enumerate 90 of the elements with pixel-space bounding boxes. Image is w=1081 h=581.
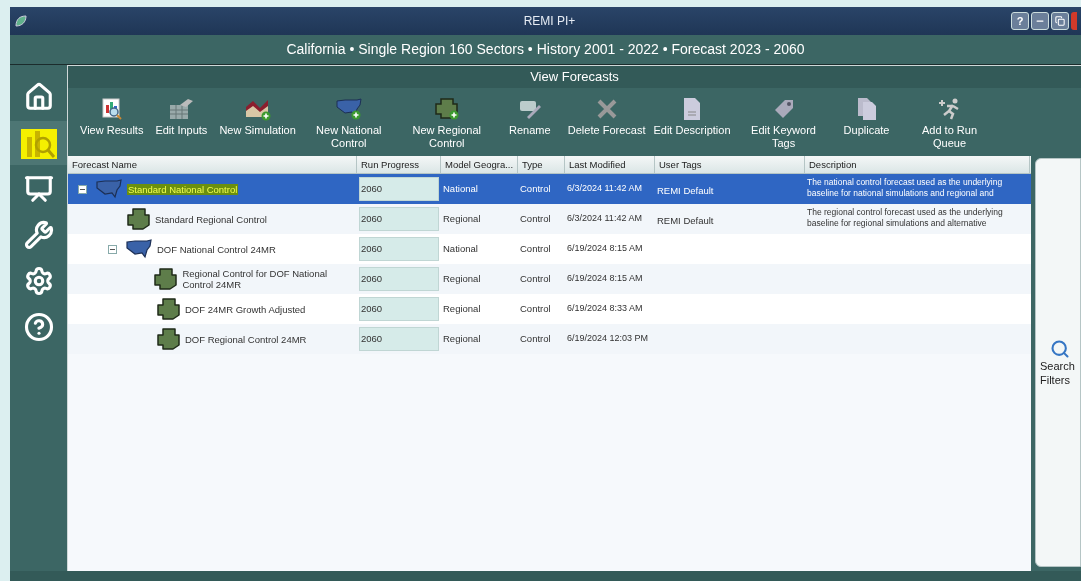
forecast-name: DOF 24MR Growth Adjusted bbox=[185, 303, 306, 315]
table-cell-text: Regional bbox=[442, 271, 482, 286]
minus-icon bbox=[80, 186, 85, 192]
toolbar-button[interactable]: New Regional Control bbox=[397, 94, 496, 150]
model-summary: California • Single Region 160 Sectors • History 2001 - 2022 • Forecast 2023 - 2060 bbox=[286, 40, 805, 59]
column-header[interactable]: Description bbox=[805, 156, 1030, 173]
table-row[interactable]: Regional Control for DOF National Control 24MR 2060 Regional Control 6/19/2024 8:15 AM bbox=[68, 264, 1031, 294]
search-filters-label: Search Filters bbox=[1040, 358, 1076, 387]
column-header[interactable]: User Tags bbox=[655, 156, 805, 173]
run-progress-cell: 2060 bbox=[359, 267, 439, 291]
table-cell-text: 6/3/2024 11:42 AM bbox=[566, 212, 643, 226]
app-leaf-icon bbox=[14, 14, 28, 28]
run-progress-cell: 2060 bbox=[359, 207, 439, 231]
table-cell-text: National bbox=[442, 241, 479, 256]
help-button[interactable]: ? bbox=[1011, 12, 1029, 30]
tools-icon bbox=[23, 220, 54, 250]
window-title: REMI PI+ bbox=[523, 13, 576, 30]
region-map-icon bbox=[155, 327, 181, 351]
chart-magnifier-icon bbox=[99, 97, 124, 121]
toolbar-button[interactable]: Edit Keyword Tags bbox=[734, 94, 833, 150]
column-header[interactable]: Run Progress bbox=[357, 156, 441, 173]
toolbar-button[interactable]: New Simulation bbox=[215, 94, 300, 137]
forecast-name: DOF National Control 24MR bbox=[157, 243, 276, 255]
region-map-icon bbox=[155, 297, 181, 321]
table-row[interactable]: DOF 24MR Growth Adjusted 2060 Regional Control 6/19/2024 8:33 AM bbox=[68, 294, 1031, 324]
search-filters-panel[interactable]: Search Filters bbox=[1035, 158, 1081, 567]
us-map-icon bbox=[125, 238, 153, 260]
table-cell-text: National bbox=[442, 181, 479, 196]
table-cell-text: Control bbox=[519, 241, 552, 256]
toolbar-button[interactable]: New National Control bbox=[299, 94, 398, 150]
forecast-name: Regional Control for DOF National Control 24MR bbox=[182, 268, 329, 290]
table-cell-text: Regional bbox=[442, 301, 482, 316]
collapse-toggle[interactable] bbox=[108, 244, 117, 254]
help-icon bbox=[23, 312, 54, 342]
restore-button[interactable] bbox=[1051, 12, 1069, 30]
run-progress-cell: 2060 bbox=[359, 237, 439, 261]
restore-icon bbox=[1055, 16, 1065, 26]
table-cell-text: 6/19/2024 8:15 AM bbox=[566, 242, 644, 256]
run-progress-cell: 2060 bbox=[359, 327, 439, 351]
table-cell-text: Control bbox=[519, 271, 552, 286]
region-map-icon bbox=[152, 267, 179, 291]
document-icon bbox=[681, 96, 703, 122]
table-row[interactable]: Standard Regional Control 2060 Regional Control 6/3/2024 11:42 AM REMI Default The regional control forecast used as the underlying baseline for regional simulations and alternative bbox=[68, 204, 1031, 234]
column-header[interactable]: Last Modified bbox=[565, 156, 655, 173]
table-cell-text: The regional control forecast used as the underlying baseline for regional simulations and alternative bbox=[807, 207, 1004, 228]
column-header[interactable]: Forecast Name bbox=[68, 156, 357, 173]
us-map-icon bbox=[95, 178, 123, 200]
table-row[interactable]: DOF Regional Control 24MR 2060 Regional Control 6/19/2024 12:03 PM bbox=[68, 324, 1031, 354]
table-cell: REMI Default bbox=[657, 215, 714, 226]
forecast-name: Standard National Control bbox=[127, 183, 239, 195]
column-header[interactable]: Type bbox=[518, 156, 565, 173]
table-row[interactable]: Standard National Control 2060 National Control 6/3/2024 11:42 AM REMI Default The national control forecast used as the underlying baseline for national simulations and regional and bbox=[68, 174, 1031, 204]
table-cell-text: 6/19/2024 8:33 AM bbox=[566, 302, 644, 316]
run-progress-cell: 2060 bbox=[359, 177, 439, 201]
minus-icon bbox=[110, 246, 115, 252]
table-cell-text: Control bbox=[519, 331, 552, 346]
toolbar-button[interactable]: View Results bbox=[76, 94, 148, 137]
toolbar-button[interactable]: Edit Inputs bbox=[147, 94, 216, 137]
minimize-button[interactable] bbox=[1031, 12, 1049, 30]
table-cell-text: Control bbox=[519, 211, 552, 226]
table-cell-text: 6/3/2024 11:42 AM bbox=[566, 182, 643, 196]
search-icon bbox=[1050, 338, 1070, 359]
toolbar-button[interactable]: Add to Run Queue bbox=[900, 94, 999, 150]
table-cell-text: Regional bbox=[442, 331, 482, 346]
table-cell: REMI Default bbox=[657, 185, 714, 196]
table-cell-text: 6/19/2024 12:03 PM bbox=[566, 332, 650, 346]
table-cell-text: The national control forecast used as the underlying baseline for national simulations and regional and bbox=[807, 177, 1004, 198]
region-map-plus-icon bbox=[432, 97, 461, 121]
toolbar-button[interactable]: Duplicate bbox=[832, 94, 901, 137]
run-progress-cell: 2060 bbox=[359, 297, 439, 321]
forecast-name: Standard Regional Control bbox=[155, 213, 267, 225]
sidebar-item[interactable] bbox=[10, 121, 67, 165]
region-map-icon bbox=[125, 207, 151, 231]
panel-title: View Forecasts bbox=[530, 68, 619, 87]
table-cell-text: Control bbox=[519, 181, 552, 196]
table-cell-text: Control bbox=[519, 301, 552, 316]
forecast-name: DOF Regional Control 24MR bbox=[185, 333, 307, 345]
toolbar-button[interactable]: Delete Forecast bbox=[563, 94, 650, 137]
presentation-board-icon bbox=[23, 174, 54, 204]
home-icon bbox=[23, 82, 54, 112]
us-map-plus-icon bbox=[334, 97, 363, 121]
collapse-toggle[interactable] bbox=[78, 184, 87, 194]
column-header[interactable]: Model Geogra... bbox=[441, 156, 518, 173]
table-row[interactable]: DOF National Control 24MR 2060 National Control 6/19/2024 8:15 AM bbox=[68, 234, 1031, 264]
table-hand-icon bbox=[168, 97, 195, 121]
toolbar-button[interactable]: Rename bbox=[495, 94, 564, 137]
toolbar-button[interactable]: Edit Description bbox=[649, 94, 735, 137]
table-cell-text: 6/19/2024 8:15 AM bbox=[566, 272, 644, 286]
settings-icon bbox=[23, 266, 54, 296]
table-cell-text: Regional bbox=[442, 211, 482, 226]
